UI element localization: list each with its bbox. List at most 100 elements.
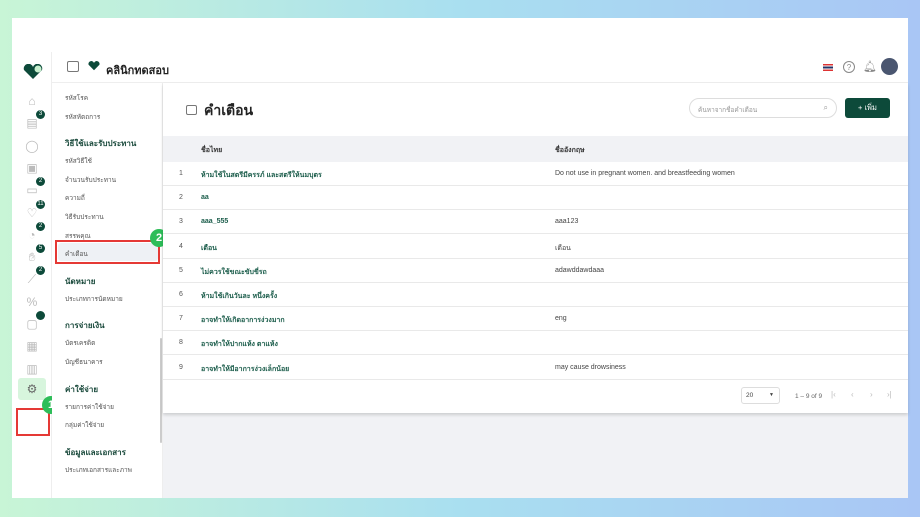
highlight-box-warning	[55, 240, 160, 264]
rail-item-grid[interactable]: ▦	[23, 337, 41, 355]
submenu-item[interactable]: รหัสหัตถการ	[65, 112, 100, 122]
rail-item-percent[interactable]: %	[23, 293, 41, 311]
page-size-value: 20	[746, 392, 754, 399]
search-icon[interactable]: ⌕	[824, 103, 828, 113]
column-header-thai[interactable]: ชื่อไทย	[201, 145, 222, 156]
thai-name[interactable]: อาจทำให้เกิดอาการง่วงมาก	[201, 315, 285, 326]
thai-name[interactable]: อาจทำให้มีอาการง่วงเล็กน้อย	[201, 364, 289, 375]
search-placeholder: ค้นหาจากชื่อคำเตือน	[698, 107, 758, 114]
main-content: คำเตือน ค้นหาจากชื่อคำเตือน ⌕ + เพิ่ม ชื่…	[163, 83, 908, 498]
english-name: เตือน	[555, 244, 571, 252]
rail-item-hand[interactable]: ✋︎ 5	[23, 244, 45, 266]
submenu-heading: ข้อมูลและเอกสาร	[65, 447, 126, 457]
calendar-icon: ▤	[26, 116, 38, 131]
grid-icon: ▦	[26, 339, 38, 354]
icon-rail: ⌂ ▤ 3 ◯ ▣ ▭ 2 ♡ 11 ◔ 2 ✋︎ 5 ⟋ 2% ▢ ▦ ▥ ⚙ 1	[12, 52, 60, 498]
search-input[interactable]: ค้นหาจากชื่อคำเตือน ⌕	[689, 98, 837, 118]
doctor-icon: ◔	[28, 227, 36, 242]
table-row[interactable]: 9 อาจทำให้มีอาการง่วงเล็กน้อย may cause dr…	[163, 356, 908, 380]
hand-icon: ✋︎	[28, 250, 36, 265]
box-icon: ▢	[26, 317, 38, 331]
prev-page-button[interactable]: ‹	[851, 390, 854, 399]
table-row[interactable]: 1 ห้ามใช้ในสตรีมีครรภ์ และสตรีให้นมบุตร Do…	[163, 162, 908, 186]
thai-name[interactable]: aa	[201, 194, 209, 201]
english-name: eng	[555, 315, 567, 323]
notification-badge: 2	[36, 266, 45, 276]
rail-item-calendar[interactable]: ▤ 3	[23, 110, 45, 132]
table-row[interactable]: 3 aaa_555 aaa123	[163, 210, 908, 235]
submenu-item[interactable]: จำนวนรับประทาน	[65, 175, 116, 185]
submenu-item[interactable]: รายการค่าใช้จ่าย	[65, 402, 114, 412]
logo-icon	[23, 64, 43, 79]
thai-name[interactable]: aaa_555	[201, 218, 228, 225]
row-number: 5	[179, 266, 183, 274]
table-row[interactable]: 5 ไม่ควรใช้ขณะขับขี่รถ adawddawdaaa	[163, 259, 908, 283]
rail-item-user[interactable]: ◯	[23, 137, 41, 155]
row-number: 8	[179, 339, 183, 347]
thai-flag-icon[interactable]	[823, 64, 833, 71]
table-header: ชื่อไทย ชื่ออังกฤษ	[163, 136, 908, 162]
sidebar-toggle-icon[interactable]	[67, 61, 79, 72]
page-title: คำเตือน	[204, 102, 254, 118]
row-number: 6	[179, 291, 183, 298]
submenu-item[interactable]: รหัสวิธีใช้	[65, 156, 92, 166]
row-number: 1	[179, 170, 183, 177]
submenu-item[interactable]: ประเภทการนัดหมาย	[65, 294, 123, 304]
chart-icon: ▥	[26, 361, 38, 376]
help-icon[interactable]: ?	[843, 61, 855, 73]
submenu-item[interactable]: บัตรเครดิต	[65, 338, 95, 348]
rail-item-chart[interactable]: ▥	[23, 360, 41, 378]
id-card-icon: ▣	[26, 160, 38, 175]
avatar[interactable]	[881, 58, 898, 75]
thai-name[interactable]: ห้ามใช้เกินวันละ หนึ่งครั้ง	[201, 291, 277, 302]
page-size-select[interactable]: 20 ▼	[741, 387, 780, 404]
pagination-range: 1 – 9 of 9	[795, 393, 823, 400]
table-row[interactable]: 6 ห้ามใช้เกินวันละ หนึ่งครั้ง	[163, 283, 908, 307]
next-page-button[interactable]: ›	[870, 390, 873, 399]
top-header: คลินิกทดสอบ ? 🔔︎	[52, 52, 908, 83]
thai-name[interactable]: ไม่ควรใช้ขณะขับขี่รถ	[201, 267, 267, 278]
rail-item-pill[interactable]: ⟋ 2	[23, 266, 45, 288]
home-icon: ⌂	[28, 94, 36, 108]
table-row[interactable]: 2 aa	[163, 186, 908, 211]
rail-item-box[interactable]: ▢	[23, 311, 45, 333]
table-row[interactable]: 8 อาจทำให้ปากแห้ง ตาแห้ง	[163, 331, 908, 356]
submenu-heading: นัดหมาย	[65, 276, 96, 286]
column-header-english[interactable]: ชื่ออังกฤษ	[555, 145, 585, 156]
settings-submenu: รหัสโรค รหัสหัตถการ วิธีใช้และรับประทาน รหั…	[52, 83, 168, 498]
submenu-item[interactable]: วิธีรับประทาน	[65, 212, 104, 222]
rail-item-doctor[interactable]: ◔ 2	[23, 221, 45, 244]
thai-name[interactable]: ห้ามใช้ในสตรีมีครรภ์ และสตรีให้นมบุตร	[201, 170, 322, 181]
submenu-scrollbar[interactable]	[160, 338, 162, 443]
add-button[interactable]: + เพิ่ม	[845, 98, 890, 118]
submenu-item[interactable]: รหัสโรค	[65, 93, 88, 103]
table-row[interactable]: 7 อาจทำให้เกิดอาการง่วงมาก eng	[163, 307, 908, 332]
rail-item-id-card[interactable]: ▣	[23, 159, 41, 177]
bell-icon[interactable]: 🔔︎	[863, 60, 877, 73]
submenu-item[interactable]: บัญชีธนาคาร	[65, 357, 103, 367]
warning-table-card: คำเตือน ค้นหาจากชื่อคำเตือน ⌕ + เพิ่ม ชื่…	[163, 83, 908, 413]
submenu-item[interactable]: ความถี่	[65, 193, 85, 203]
stethoscope-icon: ♡	[26, 205, 38, 220]
percent-icon: %	[26, 294, 38, 309]
submenu-item[interactable]: กลุ่มค่าใช้จ่าย	[65, 420, 104, 430]
settings-button[interactable]: ⚙	[18, 378, 46, 400]
english-name: adawddawdaaa	[555, 266, 605, 274]
row-number: 9	[179, 363, 183, 371]
submenu-item[interactable]: ประเภทเอกสารและภาพ	[65, 465, 132, 475]
rail-item-bed[interactable]: ▭ 2	[23, 177, 45, 199]
thai-name[interactable]: อาจทำให้ปากแห้ง ตาแห้ง	[201, 339, 278, 350]
english-name: Do not use in pregnant women. and breast…	[555, 170, 735, 177]
clinic-name: คลินิกทดสอบ	[106, 65, 169, 77]
thai-name[interactable]: เตือน	[201, 243, 217, 254]
table-row[interactable]: 4 เตือน เตือน	[163, 235, 908, 259]
first-page-button[interactable]: |‹	[831, 390, 836, 399]
rail-item-home[interactable]: ⌂	[23, 92, 41, 110]
rail-item-stethoscope[interactable]: ♡ 11	[23, 199, 45, 222]
row-number: 2	[179, 194, 183, 202]
clinic-logo-icon	[88, 61, 100, 71]
last-page-button[interactable]: ›|	[887, 390, 892, 399]
bed-icon: ▭	[26, 183, 38, 198]
row-number: 4	[179, 242, 183, 250]
pill-icon: ⟋	[27, 272, 37, 287]
